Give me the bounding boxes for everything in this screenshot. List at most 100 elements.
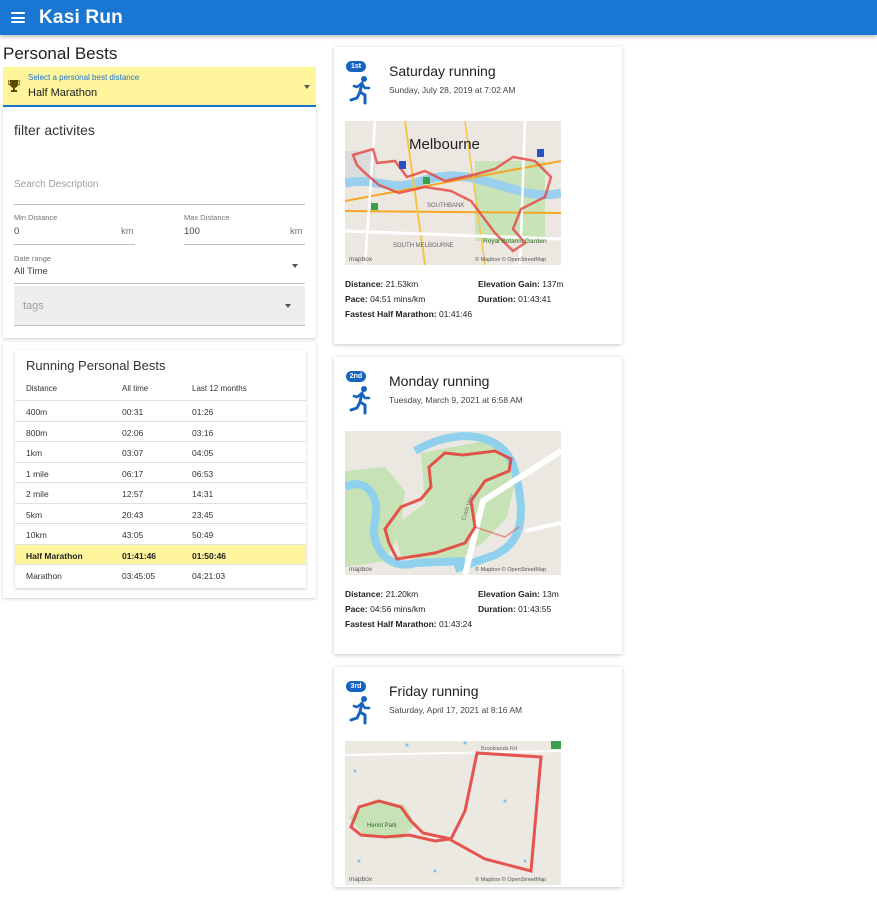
- chevron-down-icon[interactable]: [292, 264, 298, 268]
- table-title: Running Personal Bests: [26, 358, 166, 373]
- date-range-label: Date range: [14, 254, 52, 263]
- stat-duration: Duration: 01:43:55: [478, 604, 552, 614]
- cell-last-12-months: 50:49: [192, 530, 214, 540]
- menu-icon[interactable]: [11, 12, 25, 23]
- min-distance-input[interactable]: 0: [14, 226, 19, 237]
- mapbox-logo: mapbox: [349, 876, 373, 883]
- page-title: Personal Bests: [3, 44, 118, 63]
- route-map[interactable]: Melbourne SOUTHBANK SOUTH MELBOURNE Roya…: [345, 121, 561, 265]
- running-icon: [349, 696, 371, 725]
- trophy-icon: [8, 80, 20, 92]
- chevron-down-icon: [304, 85, 310, 89]
- column-header-distance: Distance: [26, 384, 58, 393]
- table-row: 10km 43:05 50:49: [15, 523, 306, 544]
- table-row: 400m 00:31 01:26: [15, 400, 306, 421]
- personal-bests-card: Running Personal Bests Distance All time…: [3, 342, 316, 598]
- stat-duration: Duration: 01:43:41: [478, 294, 552, 304]
- cell-all-time: 43:05: [122, 530, 144, 540]
- cell-all-time: 02:06: [122, 427, 144, 438]
- activity-card[interactable]: 3rd Friday running Saturday, April 17, 2…: [334, 667, 622, 887]
- activity-title[interactable]: Friday running: [389, 683, 479, 699]
- stat-elevation: Elevation Gain: 13m: [478, 589, 559, 599]
- cell-distance: 1 mile: [26, 468, 49, 479]
- max-distance-label: Max Distance: [184, 213, 230, 222]
- cell-distance: 800m: [26, 427, 48, 438]
- date-range-select[interactable]: All Time: [14, 266, 48, 277]
- cell-last-12-months: 06:53: [192, 468, 214, 479]
- cell-all-time: 01:41:46: [122, 550, 157, 561]
- activity-card[interactable]: 1st Saturday running Sunday, July 28, 20…: [334, 47, 622, 344]
- cell-all-time: 03:45:05: [122, 571, 156, 581]
- cell-distance: Marathon: [26, 571, 62, 581]
- personal-best-distance-select[interactable]: Select a personal best distance Half Mar…: [3, 67, 316, 107]
- stat-distance: Distance: 21.53km: [345, 279, 419, 289]
- activity-date: Sunday, July 28, 2019 at 7:02 AM: [389, 85, 516, 95]
- cell-all-time: 12:57: [122, 489, 144, 499]
- search-description-input[interactable]: Search Description: [14, 179, 98, 190]
- stat-pace: Pace: 04:51 mins/km: [345, 294, 426, 304]
- cell-distance: 5km: [26, 509, 43, 520]
- stat-pace: Pace: 04:56 mins/km: [345, 604, 426, 614]
- cell-last-12-months: 14:31: [192, 489, 214, 499]
- cell-all-time: 00:31: [122, 407, 144, 417]
- filter-activities-card: filter activites Search Description Min …: [3, 108, 316, 338]
- table-row: 1km 03:07 04:05: [15, 441, 306, 462]
- table-row: Marathon 03:45:05 04:21:03: [15, 564, 306, 585]
- cell-all-time: 03:07: [122, 448, 144, 458]
- app-title[interactable]: Kasi Run: [39, 7, 123, 29]
- tags-select[interactable]: tags: [14, 286, 305, 326]
- cell-all-time: 20:43: [122, 509, 144, 520]
- cell-last-12-months: 04:21:03: [192, 571, 226, 581]
- activity-card[interactable]: 2nd Monday running Tuesday, March 9, 202…: [334, 357, 622, 654]
- map-area-label: SOUTHBANK: [427, 203, 464, 209]
- min-distance-underline: [14, 244, 135, 245]
- activity-date: Tuesday, March 9, 2021 at 6:58 AM: [389, 395, 523, 405]
- select-label: Select a personal best distance: [28, 73, 140, 82]
- mapbox-logo: mapbox: [349, 256, 373, 263]
- route-map[interactable]: Brooklands Rd Heriot Park mapbox © Mapbo…: [345, 741, 561, 885]
- min-distance-label: Min Distance: [14, 213, 58, 222]
- map-road-label: Brooklands Rd: [481, 746, 517, 752]
- rank-badge: 2nd: [346, 371, 366, 382]
- max-distance-input[interactable]: 100: [184, 226, 200, 237]
- filter-title: filter activites: [14, 122, 95, 138]
- rank-badge: 3rd: [346, 681, 366, 692]
- cell-last-12-months: 04:05: [192, 448, 214, 458]
- table-row: 2 mile 12:57 14:31: [15, 482, 306, 503]
- tags-label: tags: [23, 300, 44, 312]
- chevron-down-icon: [285, 304, 291, 308]
- stat-fastest-half: Fastest Half Marathon: 01:43:24: [345, 619, 473, 629]
- map-attribution[interactable]: © Mapbox © OpenStreetMap: [475, 256, 546, 263]
- route-map[interactable]: Cobb Way mapbox © Mapbox © OpenStreetMap: [345, 431, 561, 575]
- running-icon: [349, 386, 371, 415]
- map-garden-label: Royal Botanic Garden: [483, 238, 547, 245]
- map-park-label: Heriot Park: [367, 823, 398, 829]
- stat-elevation: Elevation Gain: 137m: [478, 279, 564, 289]
- table-row: 5km 20:43 23:45: [15, 502, 306, 524]
- app-bar: Kasi Run: [0, 0, 877, 35]
- cell-all-time: 06:17: [122, 468, 144, 479]
- column-header-last-12-months: Last 12 months: [192, 384, 247, 393]
- map-city-label: Melbourne: [409, 136, 480, 153]
- mapbox-logo: mapbox: [349, 566, 373, 573]
- running-icon: [349, 76, 371, 105]
- cell-distance: 400m: [26, 407, 48, 417]
- map-attribution[interactable]: © Mapbox © OpenStreetMap: [475, 566, 546, 573]
- max-distance-underline: [184, 244, 305, 245]
- activity-title[interactable]: Monday running: [389, 373, 489, 389]
- min-distance-unit: km: [121, 226, 134, 237]
- cell-last-12-months: 23:45: [192, 509, 214, 520]
- search-underline: [14, 204, 305, 205]
- table-row: 1 mile 06:17 06:53: [15, 461, 306, 483]
- select-value: Half Marathon: [28, 87, 98, 99]
- max-distance-unit: km: [290, 226, 303, 237]
- activity-title[interactable]: Saturday running: [389, 63, 496, 79]
- map-attribution[interactable]: © Mapbox © OpenStreetMap: [475, 876, 546, 883]
- table-row: 800m 02:06 03:16: [15, 420, 306, 442]
- cell-last-12-months: 01:50:46: [192, 550, 227, 561]
- cell-last-12-months: 01:26: [192, 407, 214, 417]
- rank-badge: 1st: [346, 61, 366, 72]
- cell-last-12-months: 03:16: [192, 427, 214, 438]
- cell-distance: 1km: [26, 448, 43, 458]
- stat-fastest-half: Fastest Half Marathon: 01:41:46: [345, 309, 473, 319]
